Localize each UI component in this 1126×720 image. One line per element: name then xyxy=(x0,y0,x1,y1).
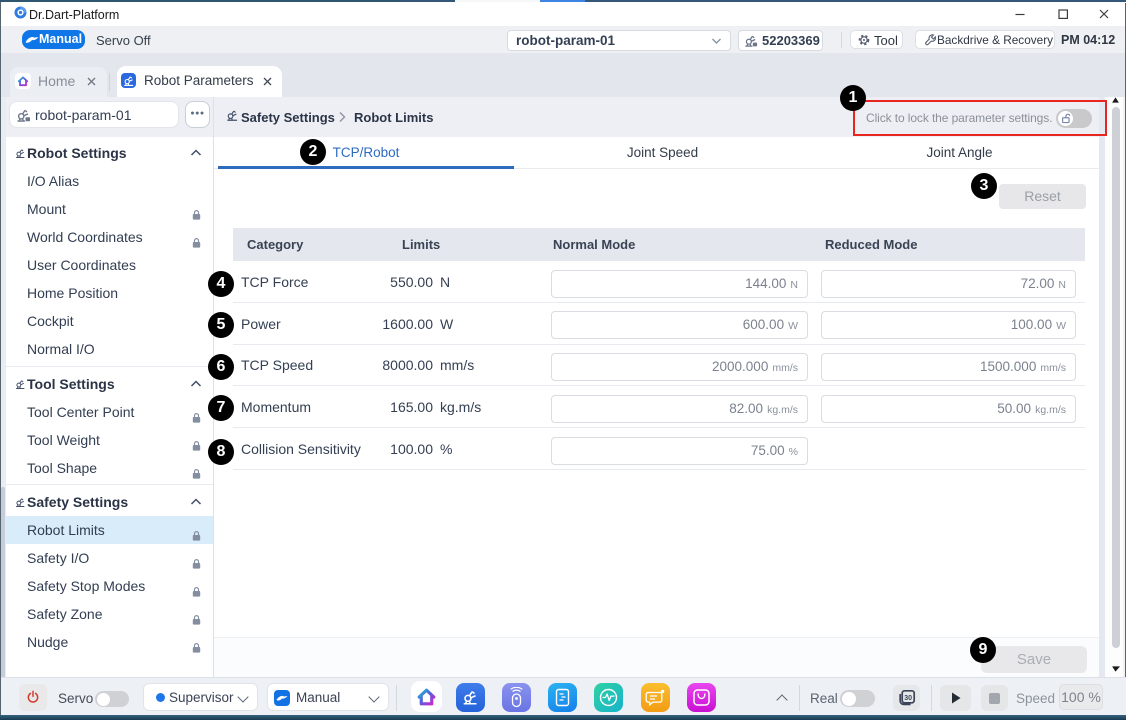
svg-text:30: 30 xyxy=(904,695,912,702)
